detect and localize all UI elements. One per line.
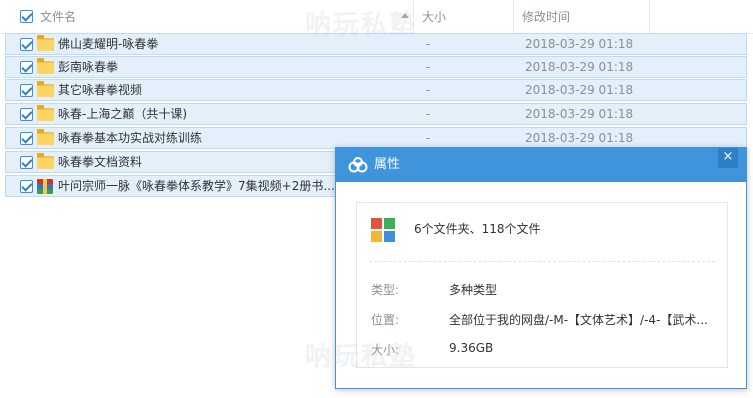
file-date: 2018-03-29 01:18 — [525, 131, 634, 145]
file-row[interactable]: 咏春拳基本功实战对练训练 - 2018-03-29 01:18 — [5, 127, 747, 149]
file-date: 2018-03-29 01:18 — [525, 60, 634, 74]
row-checkbox[interactable] — [20, 180, 33, 193]
column-header-name[interactable]: 文件名 — [20, 0, 414, 34]
file-size: - — [426, 83, 431, 97]
column-header-date-label: 修改时间 — [522, 10, 571, 24]
close-icon[interactable]: × — [718, 148, 738, 168]
file-name[interactable]: 佛山麦耀明-咏春拳 — [58, 34, 158, 54]
dialog-title: 属性 — [374, 157, 401, 172]
sort-ascending-icon[interactable] — [401, 13, 409, 18]
file-name[interactable]: 咏春拳基本功实战对练训练 — [58, 128, 202, 148]
column-header-size-label: 大小 — [422, 10, 447, 24]
file-name[interactable]: 叶问宗师一脉《咏春拳体系教学》7集视频+2册书.... — [58, 176, 339, 196]
file-date: 2018-03-29 01:18 — [525, 37, 634, 51]
file-list-header: 文件名 大小 修改时间 — [0, 0, 753, 34]
type-label: 类型: — [371, 283, 400, 297]
file-date: 2018-03-29 01:18 — [525, 107, 634, 121]
file-name[interactable]: 其它咏春拳视频 — [58, 80, 142, 100]
location-label: 位置: — [371, 313, 400, 327]
file-date: 2018-03-29 01:18 — [525, 83, 634, 97]
size-label: 大小: — [371, 343, 400, 357]
row-checkbox[interactable] — [20, 84, 33, 97]
divider — [369, 261, 715, 262]
file-name[interactable]: 彭南咏春拳 — [58, 57, 118, 77]
folder-icon — [37, 129, 54, 145]
file-row[interactable]: 佛山麦耀明-咏春拳 - 2018-03-29 01:18 — [5, 33, 747, 55]
type-value: 多种类型 — [449, 283, 498, 297]
folder-icon — [37, 105, 54, 121]
row-checkbox[interactable] — [20, 108, 33, 121]
cloud-logo-icon — [348, 157, 368, 173]
folder-icon — [37, 153, 54, 169]
file-name[interactable]: 咏春-上海之巅（共十课) — [58, 104, 187, 124]
file-name[interactable]: 咏春拳文档资料 — [58, 152, 142, 172]
file-size: - — [426, 37, 431, 51]
archive-icon — [37, 179, 53, 194]
dialog-titlebar[interactable]: 属性 × — [336, 148, 746, 182]
row-checkbox[interactable] — [20, 156, 33, 169]
location-value[interactable]: 全部位于我的网盘/-M-【文体艺术】/-4-【武术... — [449, 311, 717, 328]
folder-icon — [37, 35, 54, 51]
file-row[interactable]: 咏春-上海之巅（共十课) - 2018-03-29 01:18 — [5, 103, 747, 125]
file-row[interactable]: 彭南咏春拳 - 2018-03-29 01:18 — [5, 56, 747, 78]
selection-summary: 6个文件夹、118个文件 — [414, 222, 541, 236]
size-value: 9.36GB — [449, 341, 494, 355]
properties-dialog: 属性 × 6个文件夹、118个文件 类型: 多种类型 位置: 全部位于我的网盘/… — [335, 147, 747, 389]
row-checkbox[interactable] — [20, 132, 33, 145]
column-header-date[interactable]: 修改时间 — [514, 0, 650, 34]
multiple-types-icon — [371, 218, 395, 242]
file-row[interactable]: 其它咏春拳视频 - 2018-03-29 01:18 — [5, 79, 747, 101]
row-checkbox[interactable] — [20, 38, 33, 51]
file-size: - — [426, 60, 431, 74]
column-header-size[interactable]: 大小 — [414, 0, 514, 34]
column-header-name-label: 文件名 — [40, 10, 77, 24]
file-size: - — [426, 107, 431, 121]
row-checkbox[interactable] — [20, 61, 33, 74]
folder-icon — [37, 81, 54, 97]
file-size: - — [426, 131, 431, 145]
folder-icon — [37, 58, 54, 74]
dialog-body: 6个文件夹、118个文件 类型: 多种类型 位置: 全部位于我的网盘/-M-【文… — [356, 202, 728, 368]
